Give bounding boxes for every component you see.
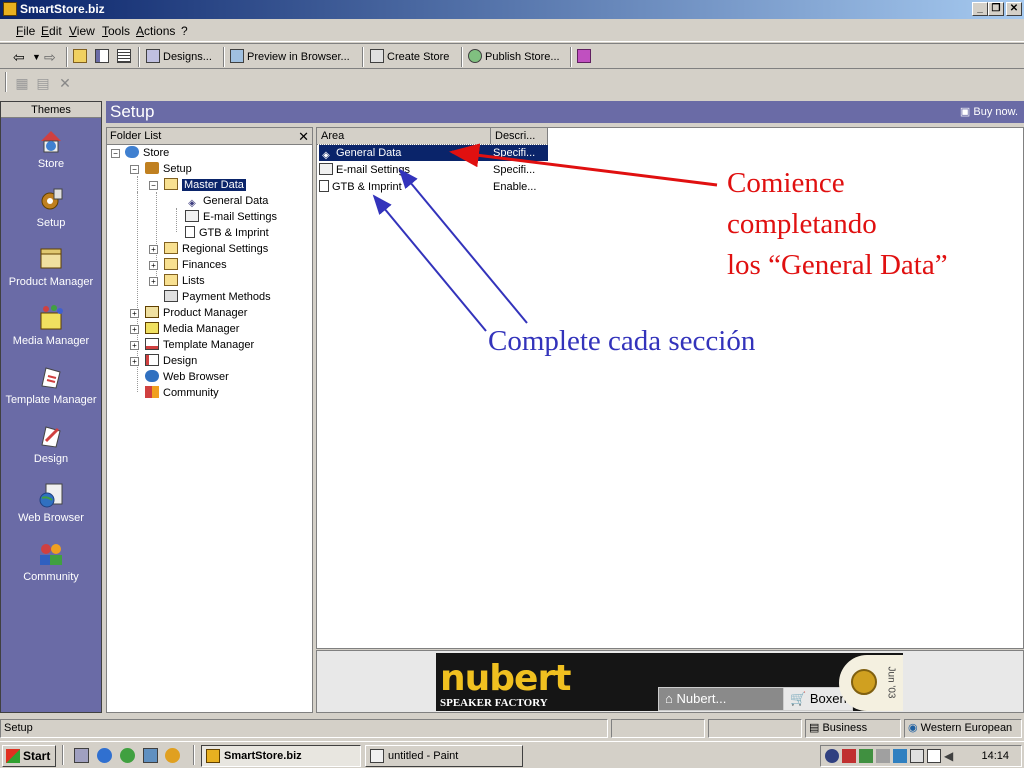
explorer-icon[interactable] <box>143 748 158 763</box>
status-pane-empty-1 <box>611 719 705 738</box>
media-player-icon[interactable] <box>165 748 180 763</box>
status-text: Setup <box>0 719 608 738</box>
blue-annotation: Complete cada sección <box>488 325 756 357</box>
volume-icon[interactable]: ◀ <box>944 749 958 763</box>
red-annotation: Comience completando los “General Data” <box>727 167 948 281</box>
windows-logo-icon <box>6 749 20 763</box>
search-icon[interactable] <box>825 749 839 763</box>
monitor-icon[interactable] <box>893 749 907 763</box>
start-button[interactable]: Start <box>2 745 56 767</box>
red-arrow <box>449 143 718 187</box>
nubert-logo: nubert <box>440 658 571 699</box>
nubert-tagline: SPEAKER FACTORY <box>440 697 548 709</box>
shield-icon[interactable] <box>842 749 856 763</box>
banner-tab-nubert[interactable]: ⌂ Nubert... <box>658 687 784 711</box>
safely-remove-icon[interactable] <box>927 749 941 763</box>
home-icon: ⌂ <box>665 691 677 706</box>
status-business[interactable]: ▤ Business <box>805 719 901 738</box>
award-badge: Jun '03 <box>839 655 903 711</box>
taskbar: Start SmartStore.biz untitled - Paint ◀ … <box>0 741 1024 768</box>
nubert-banner[interactable]: nubert SPEAKER FACTORY ⌂ Nubert... 🛒 Box… <box>436 653 903 711</box>
blue-arrow-email <box>398 168 528 324</box>
system-tray: ◀ 14:14 <box>820 745 1022 767</box>
display-icon[interactable] <box>910 749 924 763</box>
paint-icon <box>370 749 384 763</box>
banner-panel: nubert SPEAKER FACTORY ⌂ Nubert... 🛒 Box… <box>316 650 1024 713</box>
task-smartstore[interactable]: SmartStore.biz <box>201 745 361 767</box>
status-bar: Setup ▤ Business ◉ Western European <box>0 718 1024 739</box>
business-icon: ▤ <box>809 722 823 734</box>
blue-arrow-gtb <box>372 194 487 332</box>
tool-icon[interactable] <box>876 749 890 763</box>
medal-icon <box>851 669 877 695</box>
smartstore-icon <box>206 749 220 763</box>
outlook-icon[interactable] <box>120 748 135 763</box>
show-desktop-icon[interactable] <box>74 748 89 763</box>
clock: 14:14 <box>981 750 1009 762</box>
region-icon: ◉ <box>908 722 921 734</box>
status-region[interactable]: ◉ Western European <box>904 719 1022 738</box>
task-paint[interactable]: untitled - Paint <box>365 745 523 767</box>
status-pane-empty-2 <box>708 719 802 738</box>
cart-icon: 🛒 <box>790 691 810 706</box>
internet-explorer-icon[interactable] <box>97 748 112 763</box>
network-icon[interactable] <box>859 749 873 763</box>
